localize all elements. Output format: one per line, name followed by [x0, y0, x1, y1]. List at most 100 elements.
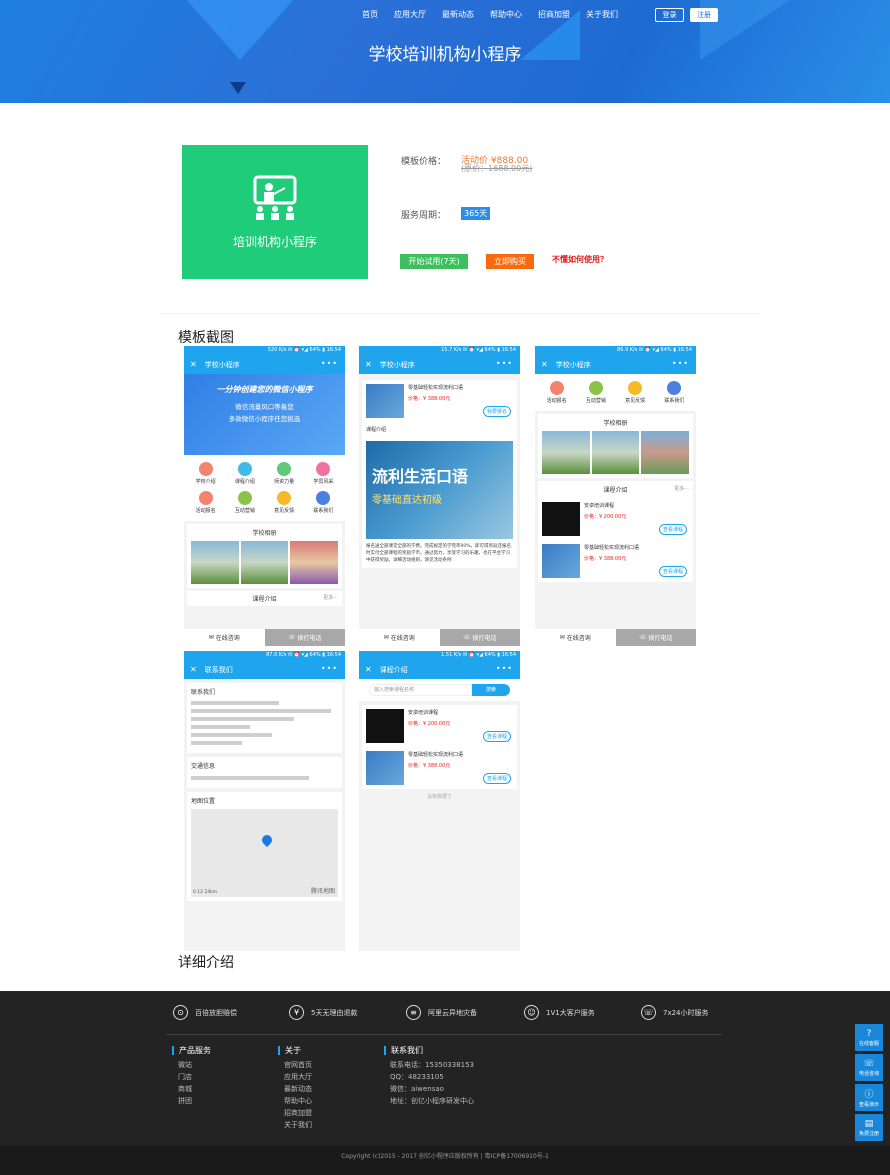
view-course-button[interactable]: 查看课程	[482, 773, 511, 784]
grid-item[interactable]: 师资力量	[265, 462, 304, 485]
banner-line: 多款微信小程序任您挑选	[228, 415, 301, 423]
grid-item[interactable]: 课程介绍	[225, 462, 264, 485]
footer-link[interactable]: 应用大厅	[278, 1071, 312, 1083]
footer-link[interactable]: 帮助中心	[278, 1095, 312, 1107]
nav-item-about[interactable]: 关于我们	[586, 9, 618, 20]
grid-item[interactable]: 学员风采	[304, 462, 343, 485]
contact-address: 地址：创亿小程序研发中心	[390, 1097, 474, 1105]
footer-link[interactable]: 招商加盟	[278, 1107, 312, 1119]
nav-item-help[interactable]: 帮助中心	[490, 9, 522, 20]
feature-247: ☏ 7x24小时服务	[641, 1005, 709, 1020]
bottom-bar: ✉ 在线咨询 ☏ 拨打电话	[184, 629, 345, 646]
map[interactable]: 0 12 24km 腾讯地图	[191, 809, 338, 897]
promo-banner: 一分钟创建您的微信小程序 微信流量风口等着您 多款微信小程序任您挑选	[184, 374, 345, 455]
course-item[interactable]: 零基础轻松实现流利口语 价格：¥ 388.00元 查看课程	[362, 747, 517, 789]
enroll-button[interactable]: 我要报名	[482, 406, 511, 417]
search-button[interactable]: 搜索	[472, 684, 510, 696]
start-trial-button[interactable]: 开始试用(7天)	[400, 254, 468, 269]
course-intro-header: 课程介绍 更多···	[187, 591, 342, 606]
feature-grid: 活动报名 互动营销 意见反馈 联系我们	[535, 374, 696, 411]
album-photo	[290, 541, 339, 584]
side-phone[interactable]: ☏ 电话咨询	[855, 1054, 883, 1081]
buy-now-button[interactable]: 立即购买	[486, 254, 534, 269]
status-bar: 1.51 K/s ✉ ⏰ ▾◢ 64% ▮ 16:54	[359, 651, 520, 660]
footer-col-about: 关于 官网首页 应用大厅 最新动态 帮助中心 招商加盟 关于我们	[278, 1046, 312, 1131]
app-title-bar: ✕ 课程介绍 •••	[359, 660, 520, 679]
course-item[interactable]: 安卓培训课程 价格：¥ 200.00元 查看课程	[362, 705, 517, 747]
search-input[interactable]: 输入搜索课程名称	[369, 684, 472, 696]
period-label: 服务周期：	[401, 211, 447, 221]
status-bar: 87.0 K/s ✉ ⏰ ▾◢ 64% ▮ 16:54	[184, 651, 345, 660]
footer-link[interactable]: 最新动态	[278, 1083, 312, 1095]
grid-item[interactable]: 活动报名	[186, 491, 225, 514]
side-online-service[interactable]: ? 在线客服	[855, 1024, 883, 1051]
grid-item[interactable]: 活动报名	[537, 381, 576, 404]
poster-title: 流利生活口语	[372, 467, 469, 486]
close-icon: ✕	[365, 665, 372, 674]
side-demo[interactable]: ⓘ 查看演示	[855, 1084, 883, 1111]
online-consult-button[interactable]: ✉ 在线咨询	[184, 629, 265, 646]
more-icon: •••	[320, 359, 338, 368]
nav-item-apps[interactable]: 应用大厅	[394, 9, 426, 20]
more-icon: •••	[495, 664, 513, 673]
call-button[interactable]: ☏ 拨打电话	[264, 629, 345, 646]
footer-link[interactable]: 关于我们	[278, 1119, 312, 1131]
footer-link[interactable]: 商城	[172, 1083, 211, 1095]
call-button[interactable]: ☏ 拨打电话	[439, 629, 520, 646]
grid-item[interactable]: 联系我们	[304, 491, 343, 514]
login-button[interactable]: 登录	[655, 8, 684, 22]
details-heading: 详细介绍	[178, 955, 234, 971]
grid-item[interactable]: 意见反馈	[265, 491, 304, 514]
grid-item[interactable]: 联系我们	[655, 381, 694, 404]
app-title-bar: ✕ 学校小程序 •••	[535, 355, 696, 374]
feature-backup: ≡ 阿里云异地灾备	[406, 1005, 477, 1020]
copyright: Copyright (c)2015 - 2017 创亿小程序应版权所有 | 粤I…	[0, 1145, 890, 1175]
grid-item[interactable]: 学校介绍	[186, 462, 225, 485]
view-course-button[interactable]: 查看课程	[658, 524, 687, 535]
course-item[interactable]: 安卓培训课程 价格：¥ 200.00元 查看课程	[538, 498, 693, 540]
phone-screenshot-home-scrolled: 86.9 K/s ✉ ⏰ ▾◢ 64% ▮ 16:54 ✕ 学校小程序 ••• 活动…	[535, 346, 696, 646]
course-list-card: 课程介绍 更多··· 安卓培训课程 价格：¥ 200.00元 查看课程 零基础轻松实…	[538, 481, 693, 582]
side-register[interactable]: ▤ 免费注册	[855, 1114, 883, 1141]
grid-item[interactable]: 互动营销	[576, 381, 615, 404]
grid-item[interactable]: 互动营销	[225, 491, 264, 514]
album-title: 学校相册	[252, 530, 277, 537]
footer-link[interactable]: 拼团	[172, 1095, 211, 1107]
map-card: 地图位置 0 12 24km 腾讯地图	[187, 792, 342, 901]
more-icon: •••	[320, 664, 338, 673]
how-to-use-link[interactable]: 不懂如何使用？	[552, 254, 608, 265]
map-brand: 腾讯地图	[310, 888, 335, 895]
feature-grid: 学校介绍 课程介绍 师资力量 学员风采 活动报名 互动营销 意见反馈 联系我们	[184, 455, 345, 521]
nav-item-news[interactable]: 最新动态	[442, 9, 474, 20]
call-button[interactable]: ☏ 拨打电话	[615, 629, 696, 646]
footer-link[interactable]: 官网首页	[278, 1059, 312, 1071]
online-consult-button[interactable]: ✉ 在线咨询	[359, 629, 440, 646]
more-link[interactable]: 更多···	[323, 594, 338, 601]
nav-item-join[interactable]: 招商加盟	[538, 9, 570, 20]
phone-screenshot-home: 520 K/s ✉ ⏰ ▾◢ 64% ▮ 16:54 ✕ 学校小程序 ••• 一分钟…	[184, 346, 345, 646]
online-consult-button[interactable]: ✉ 在线咨询	[535, 629, 616, 646]
course-item[interactable]: 零基础轻松实现流利口语 价格：¥ 388.00元 查看课程	[538, 540, 693, 582]
no-more-data: 没有数据了	[426, 794, 452, 800]
yen-icon: ¥	[289, 1005, 304, 1020]
traffic-heading: 交通信息	[191, 763, 216, 770]
database-icon: ≡	[406, 1005, 421, 1020]
more-link[interactable]: 更多···	[674, 485, 689, 492]
view-course-button[interactable]: 查看课程	[658, 566, 687, 577]
app-title-bar: ✕ 学校小程序 •••	[359, 355, 520, 374]
view-course-button[interactable]: 查看课程	[482, 731, 511, 742]
divider	[160, 313, 760, 314]
course-thumbnail	[542, 544, 580, 578]
app-title-bar: ✕ 学校小程序 •••	[184, 355, 345, 374]
top-nav: 首页 应用大厅 最新动态 帮助中心 招商加盟 关于我们	[362, 9, 634, 20]
search-bar: 输入搜索课程名称 搜索	[359, 679, 520, 701]
footer-link[interactable]: 门店	[172, 1071, 211, 1083]
product-card: 培训机构小程序	[182, 145, 368, 279]
phone-screenshot-course-detail: 15.7 K/s ✉ ⏰ ▾◢ 64% ▮ 16:54 ✕ 学校小程序 ••• 零基…	[359, 346, 520, 646]
footer-link[interactable]: 微站	[172, 1059, 211, 1071]
mail-icon: ✉	[559, 634, 567, 641]
register-button[interactable]: 注册	[690, 8, 718, 22]
grid-item[interactable]: 意见反馈	[616, 381, 655, 404]
phone-icon: ☏	[641, 1005, 656, 1020]
nav-item-home[interactable]: 首页	[362, 9, 378, 20]
